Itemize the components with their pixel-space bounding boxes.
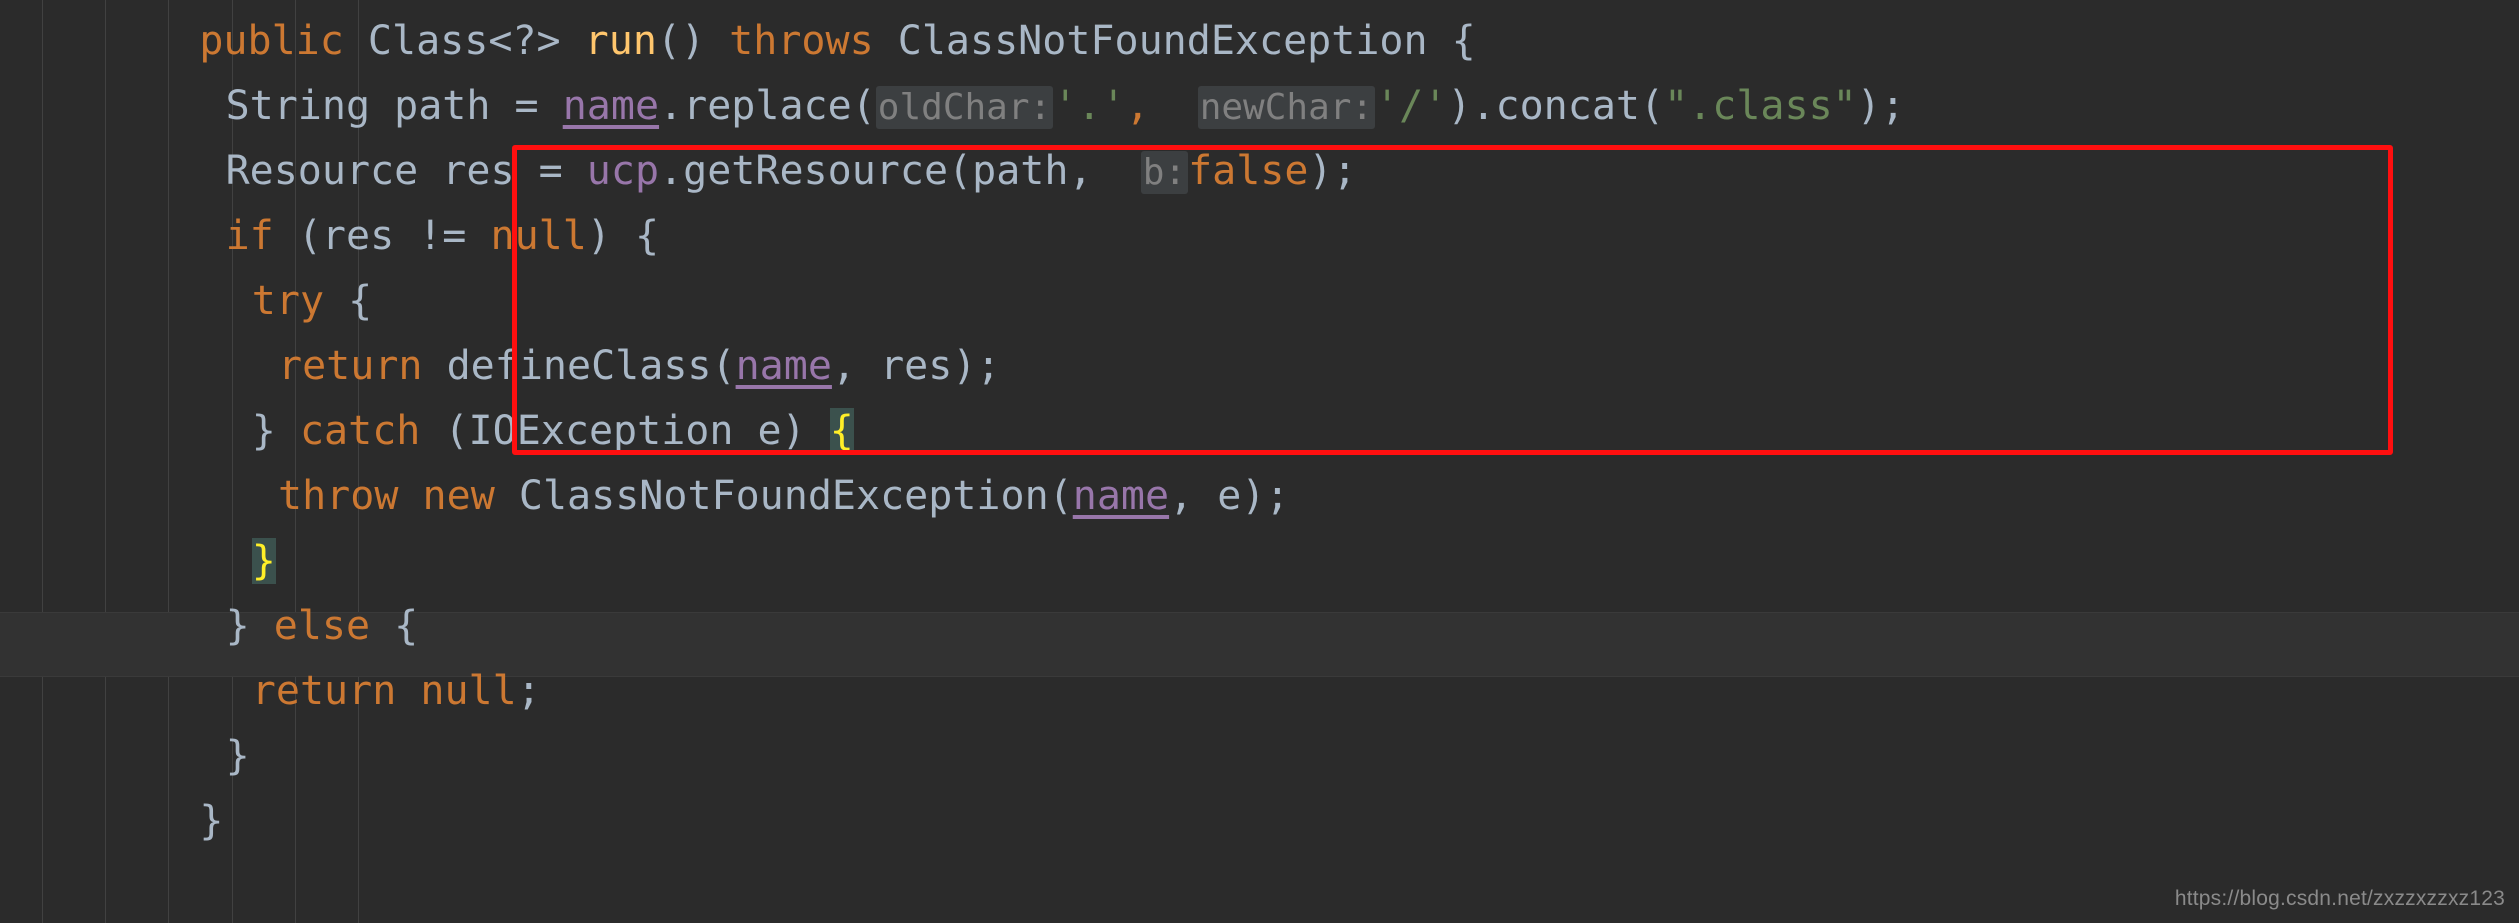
line-throw-classnotfoundexception[interactable]: throw new ClassNotFoundException(name, e…	[0, 464, 2519, 529]
line-else-token-1: else	[273, 603, 371, 649]
line-if-res-not-null-token-1: (res !=	[273, 213, 491, 259]
line-try-token-0: try	[251, 278, 325, 324]
line-return-defineclass[interactable]: return defineClass(name, res);	[0, 334, 2519, 399]
line-resource-res-getresource-token-3	[1117, 148, 1141, 194]
line-public-class-run-token-0: public	[199, 18, 344, 64]
watermark-url: https://blog.csdn.net/zxzzxzzxz123	[2174, 887, 2505, 910]
line-resource-res-getresource-token-5: false	[1188, 148, 1309, 194]
line-return-null-token-3: ;	[516, 668, 541, 714]
code-text-area[interactable]: new PrivilegedExceptionAction<Class<?>>(…	[0, 0, 2519, 854]
line-resource-res-getresource-token-2: .getResource(path,	[659, 148, 1117, 194]
line-string-path-replace-token-0: String path =	[225, 83, 563, 129]
line-close-method-brace[interactable]: }	[0, 789, 2519, 854]
line-string-path-replace-token-8: '/'	[1375, 83, 1448, 129]
line-else-token-2: {	[370, 603, 419, 649]
line-return-null-token-0: return	[251, 668, 397, 714]
line-try-token-1: {	[324, 278, 373, 324]
line-close-else-brace-token-0: }	[225, 733, 250, 779]
line-if-res-not-null[interactable]: if (res != null) {	[0, 204, 2519, 269]
line-string-path-replace-token-6	[1174, 83, 1198, 129]
line-resource-res-getresource-token-1: ucp	[586, 148, 660, 194]
line-return-defineclass-token-3: , res);	[831, 343, 1001, 389]
line-public-class-run-token-1: Class<?>	[343, 18, 585, 64]
line-resource-res-getresource[interactable]: Resource res = ucp.getResource(path, b:f…	[0, 139, 2519, 204]
line-public-class-run-token-4: throws	[729, 18, 874, 64]
line-return-null[interactable]: return null;	[0, 659, 2519, 724]
line-string-path-replace-token-7: newChar:	[1197, 86, 1376, 129]
line-close-catch-brace[interactable]: }	[0, 529, 2519, 594]
line-catch-ioexception-token-2: (IOException e)	[420, 408, 830, 454]
line-else-token-0: }	[225, 603, 274, 649]
line-public-class-run[interactable]: public Class<?> run() throws ClassNotFou…	[0, 9, 2519, 74]
line-throw-classnotfoundexception-token-4: name	[1072, 473, 1170, 519]
line-if-res-not-null-token-2: null	[490, 213, 587, 259]
line-string-path-replace-token-4: '.'	[1053, 83, 1126, 129]
line-catch-ioexception[interactable]: } catch (IOException e) {	[0, 399, 2519, 464]
line-return-null-token-2: null	[420, 668, 517, 714]
line-if-res-not-null-token-3: ) {	[586, 213, 660, 259]
line-public-class-run-token-2: run	[584, 18, 657, 64]
line-return-defineclass-token-2: name	[735, 343, 832, 389]
line-throw-classnotfoundexception-token-3: ClassNotFoundException(	[494, 473, 1073, 519]
line-resource-res-getresource-token-0: Resource res =	[225, 148, 587, 194]
line-return-defineclass-token-0: return	[278, 343, 423, 389]
line-resource-res-getresource-token-6: );	[1308, 148, 1357, 194]
line-throw-classnotfoundexception-token-5: , e);	[1169, 473, 1290, 519]
line-return-null-token-1	[396, 668, 420, 714]
line-close-else-brace[interactable]: }	[0, 724, 2519, 789]
line-string-path-replace-token-11: );	[1856, 83, 1905, 129]
line-throw-classnotfoundexception-token-2: new	[422, 473, 495, 519]
line-string-path-replace[interactable]: String path = name.replace(oldChar:'.', …	[0, 74, 2519, 139]
line-public-class-run-token-3: ()	[656, 18, 730, 64]
line-close-method-brace-token-0: }	[199, 798, 224, 844]
line-string-path-replace-token-3: oldChar:	[875, 86, 1054, 129]
line-catch-ioexception-token-0: }	[251, 408, 300, 454]
line-catch-ioexception-token-3: {	[829, 408, 854, 454]
line-string-path-replace-token-1: name	[562, 83, 660, 129]
line-string-path-replace-token-2: .replace(	[659, 83, 876, 129]
line-if-res-not-null-token-0: if	[225, 213, 274, 259]
line-new-privilegedexceptionaction[interactable]: new PrivilegedExceptionAction<Class<?>>(…	[0, 0, 2519, 9]
line-catch-ioexception-token-1: catch	[299, 408, 421, 454]
line-return-defineclass-token-1: defineClass(	[422, 343, 736, 389]
code-editor-screenshot: new PrivilegedExceptionAction<Class<?>>(…	[0, 0, 2519, 923]
line-resource-res-getresource-token-4: b:	[1140, 151, 1189, 194]
line-string-path-replace-token-9: ).concat(	[1447, 83, 1665, 129]
line-throw-classnotfoundexception-token-1	[398, 473, 422, 519]
line-else[interactable]: } else {	[0, 594, 2519, 659]
line-close-catch-brace-token-0: }	[251, 538, 276, 584]
line-throw-classnotfoundexception-token-0: throw	[278, 473, 399, 519]
line-try[interactable]: try {	[0, 269, 2519, 334]
line-string-path-replace-token-5: ,	[1125, 83, 1174, 129]
line-string-path-replace-token-10: ".class"	[1664, 83, 1857, 129]
line-public-class-run-token-5: ClassNotFoundException {	[873, 18, 1476, 64]
